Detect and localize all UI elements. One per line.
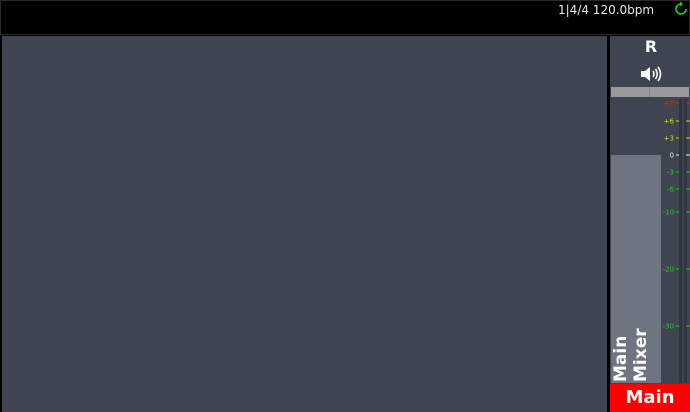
meter-tick-label: -6: [667, 186, 675, 194]
meter-scale: +9 +6 +3 0 -3 -6 -10 -20 -30: [663, 100, 690, 331]
transport-position-display[interactable]: 1|4/4 120.0bpm: [558, 3, 654, 17]
meter-tick-label: -20: [663, 266, 674, 274]
record-arm-button[interactable]: R: [643, 38, 659, 56]
speaker-volume-icon[interactable]: [639, 64, 663, 84]
workspace-area[interactable]: [2, 36, 607, 412]
meter-tick-label: -30: [663, 323, 674, 331]
meter-tick-label: +9: [664, 100, 674, 108]
refresh-icon[interactable]: [674, 1, 688, 17]
pan-center-marker: [649, 87, 650, 97]
meter-tick-label: -3: [667, 169, 674, 177]
meter-tick-label: 0: [670, 152, 674, 160]
meter-tick-label: -10: [663, 209, 674, 217]
meter-tick-label: +3: [664, 135, 674, 143]
strip-name[interactable]: Main Mixer: [611, 290, 659, 382]
meter-tick-label: +6: [664, 118, 675, 126]
pan-slider[interactable]: [611, 87, 689, 97]
top-bar: 1|4/4 120.0bpm: [0, 0, 690, 35]
bus-label[interactable]: Main: [610, 384, 690, 412]
